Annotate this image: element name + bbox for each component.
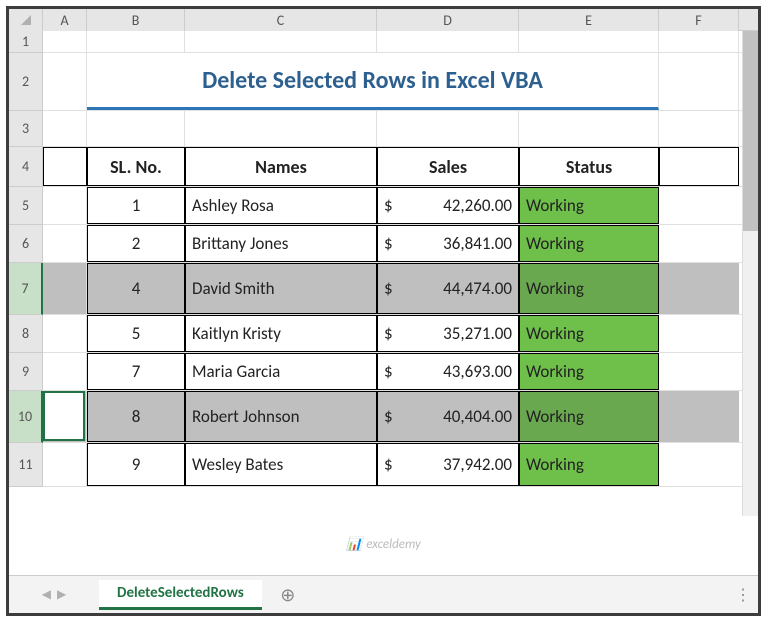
row-header-5[interactable]: 5 [9,187,43,225]
row-header-11[interactable]: 11 [9,443,43,487]
cell-sl[interactable]: 9 [87,443,185,486]
cell-status[interactable]: Working [519,315,659,352]
cell-status[interactable]: Working [519,225,659,262]
kebab-icon: ⋮ [735,586,751,605]
row-header-2[interactable]: 2 [9,53,43,111]
cell-sl[interactable]: 1 [87,187,185,224]
row-header-10[interactable]: 10 [9,391,43,443]
vertical-scrollbar[interactable] [742,31,758,516]
cell-name[interactable]: Maria Garcia [185,353,377,390]
table-row[interactable]: 8Robert Johnson$40,404.00Working [43,391,758,443]
column-headers: ABCDEF [9,9,758,31]
cell-name[interactable]: Ashley Rosa [185,187,377,224]
cell-sl[interactable]: 4 [87,263,185,314]
cell-sales[interactable]: $43,693.00 [377,353,519,390]
cell-sl[interactable]: 8 [87,391,185,442]
cell-sales[interactable]: $36,841.00 [377,225,519,262]
cell-sales[interactable]: $40,404.00 [377,391,519,442]
row-headers: 1234567891011 [9,31,43,487]
cell-name[interactable]: Kaitlyn Kristy [185,315,377,352]
row-header-3[interactable]: 3 [9,111,43,147]
table-header-names[interactable]: Names [185,147,377,186]
table-header-status[interactable]: Status [519,147,659,186]
cell-status[interactable]: Working [519,353,659,390]
new-sheet-button[interactable]: ⊕ [270,577,306,613]
table-row[interactable]: 1Ashley Rosa$42,260.00Working [43,187,758,225]
cell-sales[interactable]: $35,271.00 [377,315,519,352]
table-header-sales[interactable]: Sales [377,147,519,186]
sheet-tab-active[interactable]: DeleteSelectedRows [99,580,262,610]
cell-status[interactable]: Working [519,187,659,224]
cell-name[interactable]: Brittany Jones [185,225,377,262]
cell-status[interactable]: Working [519,443,659,486]
column-header-A[interactable]: A [43,9,87,31]
column-header-D[interactable]: D [377,9,519,31]
row-header-4[interactable]: 4 [9,147,43,187]
cell-sales[interactable]: $37,942.00 [377,443,519,486]
column-header-B[interactable]: B [87,9,185,31]
row-header-8[interactable]: 8 [9,315,43,353]
table-row[interactable]: 4David Smith$44,474.00Working [43,263,758,315]
table-row[interactable]: 9Wesley Bates$37,942.00Working [43,443,758,487]
row-header-6[interactable]: 6 [9,225,43,263]
cell-sl[interactable]: 7 [87,353,185,390]
tab-nav-prev-icon[interactable]: ◀ [42,587,51,602]
table-row[interactable]: 7Maria Garcia$43,693.00Working [43,353,758,391]
row-header-7[interactable]: 7 [9,263,43,315]
cell-status[interactable]: Working [519,263,659,314]
cell-sl[interactable]: 2 [87,225,185,262]
row-header-9[interactable]: 9 [9,353,43,391]
tab-nav-next-icon[interactable]: ▶ [57,587,66,602]
cell-sales[interactable]: $44,474.00 [377,263,519,314]
cell-sl[interactable]: 5 [87,315,185,352]
column-header-E[interactable]: E [519,9,659,31]
page-title[interactable]: Delete Selected Rows in Excel VBA [87,53,659,110]
table-header-sl[interactable]: SL. No. [87,147,185,186]
plus-icon: ⊕ [280,584,295,606]
sheet-tab-label: DeleteSelectedRows [117,584,244,602]
app-frame: ABCDEF 1234567891011 Delete Selected Row… [6,6,761,616]
tab-nav-controls: ◀ ▶ [9,587,99,602]
cell-name[interactable]: David Smith [185,263,377,314]
cell-status[interactable]: Working [519,391,659,442]
row-header-1[interactable]: 1 [9,31,43,53]
tab-options-button[interactable]: ⋮ [728,585,758,605]
column-header-C[interactable]: C [185,9,377,31]
spreadsheet-grid: ABCDEF 1234567891011 Delete Selected Row… [9,9,758,554]
column-header-F[interactable]: F [659,9,739,31]
scrollbar-thumb[interactable] [743,31,758,231]
cell-name[interactable]: Robert Johnson [185,391,377,442]
table-row[interactable]: 5Kaitlyn Kristy$35,271.00Working [43,315,758,353]
cell-sales[interactable]: $42,260.00 [377,187,519,224]
cell-name[interactable]: Wesley Bates [185,443,377,486]
table-row[interactable]: 2Brittany Jones$36,841.00Working [43,225,758,263]
sheet-tab-bar: ◀ ▶ DeleteSelectedRows ⊕ ⋮ [9,575,758,613]
select-all-corner[interactable] [9,9,43,31]
cells-area[interactable]: Delete Selected Rows in Excel VBA SL. No.… [43,31,758,487]
